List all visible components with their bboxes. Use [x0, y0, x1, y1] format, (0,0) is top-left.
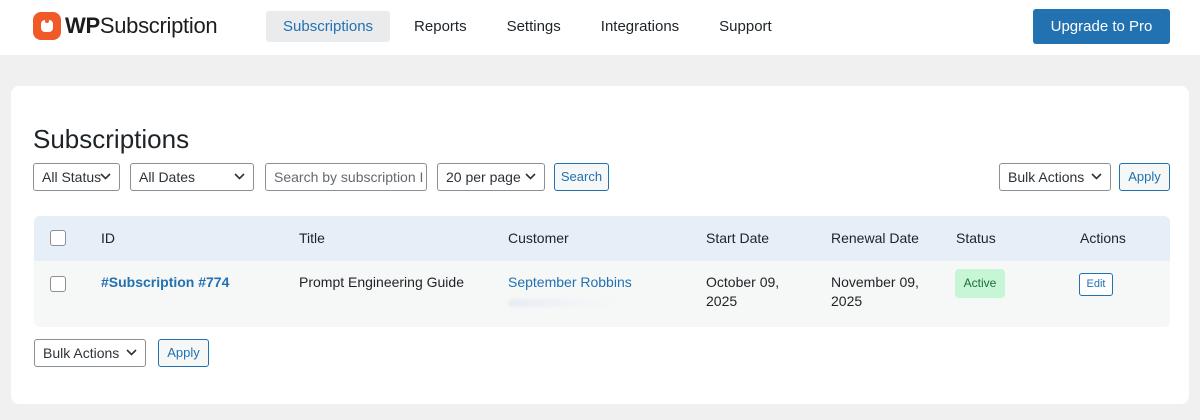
chevron-down-icon [525, 173, 536, 180]
date-filter-value: All Dates [139, 169, 196, 185]
column-header-title[interactable]: Title [299, 216, 325, 261]
subscription-id-link[interactable]: #Subscription #774 [101, 273, 229, 292]
column-header-actions: Actions [1080, 230, 1126, 246]
bottom-apply-button[interactable]: Apply [158, 339, 209, 367]
date-filter-select[interactable]: All Dates [130, 163, 254, 191]
start-date-line2: 2025 [706, 293, 738, 309]
main-nav: Subscriptions Reports Settings Integrati… [266, 11, 795, 42]
bottom-bulk-actions-select[interactable]: Bulk Actions [34, 339, 146, 367]
status-filter-select[interactable]: All Status [33, 163, 120, 191]
upgrade-to-pro-button[interactable]: Upgrade to Pro [1033, 9, 1170, 44]
status-filter-value: All Status [42, 169, 102, 185]
nav-item-integrations[interactable]: Integrations [584, 11, 696, 42]
redacted-customer-email [508, 299, 620, 307]
start-date-line1: October 09, [706, 274, 780, 290]
select-all-checkbox[interactable] [50, 230, 66, 246]
app-logo[interactable]: WPSubscription [33, 11, 218, 41]
subscription-search-input[interactable]: Search by subscription I [265, 163, 427, 191]
chevron-down-icon [126, 349, 137, 356]
subscription-title: Prompt Engineering Guide [299, 274, 464, 290]
page-title: Subscriptions [33, 124, 190, 154]
chevron-down-icon [100, 173, 111, 180]
customer-cell: September Robbins [508, 273, 648, 313]
nav-item-subscriptions[interactable]: Subscriptions [266, 11, 391, 42]
column-header-customer[interactable]: Customer [508, 216, 569, 261]
logo-text: WPSubscription [65, 13, 218, 38]
start-date: October 09, 2025 [706, 273, 779, 311]
bottom-bulk-actions-value: Bulk Actions [43, 345, 120, 361]
nav-item-reports[interactable]: Reports [397, 11, 484, 42]
top-bar: WPSubscription Subscriptions Reports Set… [0, 0, 1200, 55]
search-button[interactable]: Search [554, 163, 609, 191]
table-header: ID Title Customer Start Date Renewal Dat… [34, 216, 1170, 261]
chevron-down-icon [234, 173, 245, 180]
bulk-actions-value: Bulk Actions [1008, 169, 1085, 185]
renewal-date-line1: November 09, [831, 274, 919, 290]
renewal-date: November 09, 2025 [831, 273, 919, 311]
subscriptions-table: ID Title Customer Start Date Renewal Dat… [34, 216, 1170, 327]
row-select-checkbox[interactable] [50, 276, 66, 292]
nav-item-settings[interactable]: Settings [490, 11, 578, 42]
column-header-renewal-date[interactable]: Renewal Date [831, 216, 919, 261]
column-header-status[interactable]: Status [956, 216, 996, 261]
status-badge: Active [955, 269, 1005, 298]
per-page-value: 20 per page [446, 169, 521, 185]
bulk-actions-select[interactable]: Bulk Actions [999, 163, 1111, 191]
edit-button[interactable]: Edit [1079, 273, 1113, 296]
nav-item-support[interactable]: Support [702, 11, 789, 42]
apply-button[interactable]: Apply [1119, 163, 1170, 191]
per-page-select[interactable]: 20 per page [437, 163, 545, 191]
search-placeholder: Search by subscription I [274, 169, 424, 185]
renewal-date-line2: 2025 [831, 293, 863, 309]
column-header-start-date[interactable]: Start Date [706, 216, 769, 261]
customer-name-link[interactable]: September Robbins [508, 274, 632, 290]
chevron-down-icon [1091, 173, 1102, 180]
column-header-id[interactable]: ID [101, 216, 115, 261]
logo-icon [33, 12, 61, 40]
subscriptions-card: Subscriptions All Status All Dates Searc… [11, 86, 1189, 404]
